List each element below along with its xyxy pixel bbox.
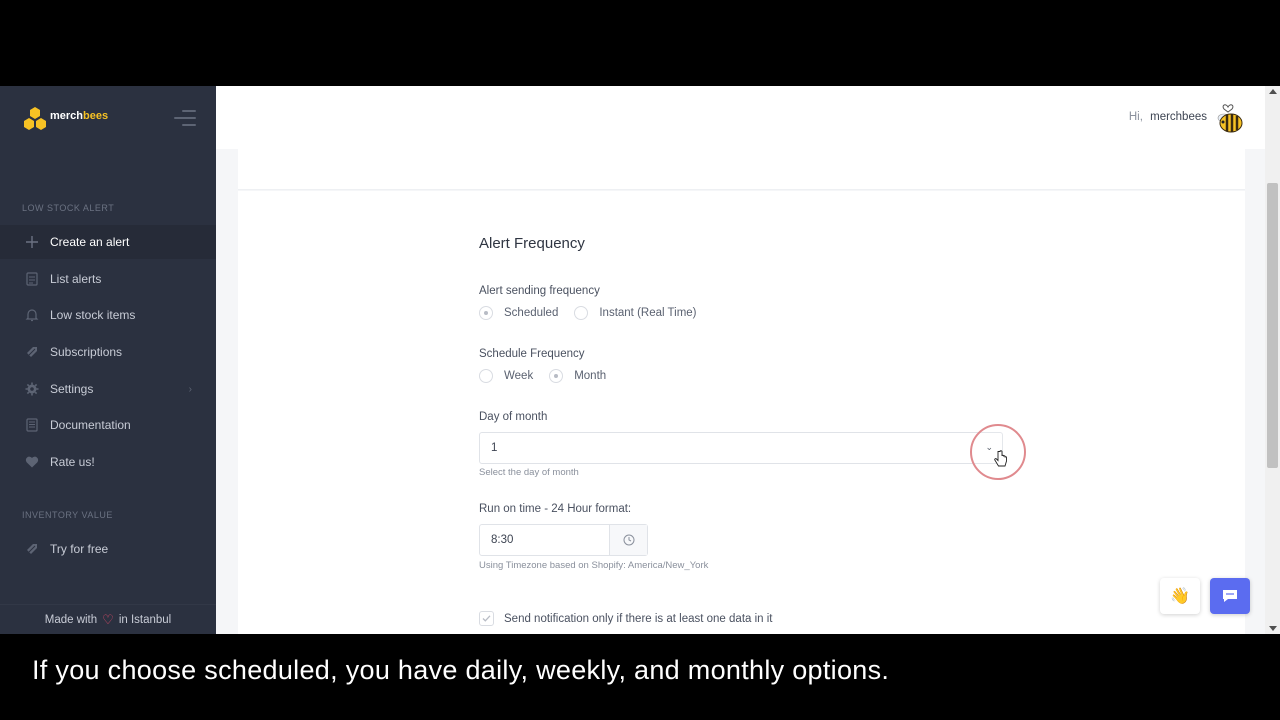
chat-icon (1223, 590, 1237, 602)
radio-instant[interactable] (574, 306, 589, 320)
heart-icon (24, 454, 40, 470)
chevron-down-icon: ⌄ (985, 442, 993, 452)
plus-icon (24, 234, 40, 250)
tag-icon (24, 344, 40, 360)
sidebar-item-settings[interactable]: Settings › (0, 372, 216, 406)
day-of-month-select[interactable]: 1 ⌄ (479, 432, 1003, 464)
sidebar-item-label: Documentation (50, 418, 131, 432)
gear-icon (24, 381, 40, 397)
radio-label-month: Month (574, 370, 607, 382)
day-of-month-value: 1 (491, 442, 498, 454)
chat-button[interactable] (1210, 578, 1250, 614)
brand-name: merchbees (50, 110, 109, 122)
sidebar-item-documentation[interactable]: Documentation (0, 408, 216, 442)
run-time-input[interactable]: 8:30 (479, 524, 648, 556)
sidebar-item-low-stock-items[interactable]: Low stock items (0, 298, 216, 332)
tag-icon (24, 541, 40, 557)
radio-month[interactable] (549, 369, 564, 383)
sidebar-item-try-for-free[interactable]: Try for free (0, 532, 216, 566)
video-caption: If you choose scheduled, you have daily,… (32, 655, 890, 685)
sidebar-footer: Made with ♡ in Istanbul (0, 604, 216, 634)
page-scrollbar[interactable] (1265, 86, 1280, 634)
sidebar-item-label: Subscriptions (50, 345, 123, 359)
app-window: merchbees LOW STOCK ALERT Create an aler… (0, 86, 1280, 634)
menu-toggle-icon[interactable] (174, 110, 196, 126)
checkmark-icon (482, 615, 491, 622)
footer-prefix: Made with (44, 613, 98, 626)
brand-logo[interactable]: merchbees (22, 106, 108, 132)
chevron-right-icon: › (188, 383, 192, 395)
sidebar-item-label: Create an alert (50, 235, 130, 249)
notify-only-data-checkbox[interactable] (479, 611, 494, 626)
honeycomb-icon (24, 107, 46, 130)
day-of-month-hint: Select the day of month (479, 467, 579, 478)
greeting-text: Hi, (1128, 111, 1143, 123)
sidebar-item-list-alerts[interactable]: List alerts (0, 262, 216, 296)
scroll-thumb[interactable] (1267, 183, 1278, 468)
heart-outline-icon: ♡ (102, 611, 114, 627)
bee-avatar-icon[interactable] (1215, 100, 1245, 134)
section-label-inventory: INVENTORY VALUE (22, 510, 113, 520)
run-time-label: Run on time - 24 Hour format: (479, 503, 632, 515)
sidebar-item-create-alert[interactable]: Create an alert (0, 225, 216, 259)
hand-cursor-icon (994, 450, 1007, 467)
sidebar-item-label: Settings (50, 382, 94, 396)
radio-label-week: Week (504, 370, 534, 382)
waving-hand-icon: 👋 (1170, 588, 1190, 605)
timezone-hint: Using Timezone based on Shopify: America… (479, 560, 709, 571)
top-header: Hi, merchbees (216, 86, 1265, 149)
card-header (238, 149, 1245, 190)
waving-hand-button[interactable]: 👋 (1160, 578, 1200, 614)
scroll-down-arrow-icon[interactable] (1269, 626, 1277, 631)
clock-icon[interactable] (609, 525, 647, 555)
radio-scheduled[interactable] (479, 306, 493, 320)
notify-only-data-label: Send notification only if there is at le… (504, 612, 773, 625)
section-title: Alert Frequency (479, 235, 585, 252)
sending-frequency-label: Alert sending frequency (479, 285, 600, 297)
document-icon (24, 417, 40, 433)
sidebar-item-label: Rate us! (50, 455, 95, 469)
radio-week[interactable] (479, 369, 493, 383)
radio-label-instant: Instant (Real Time) (599, 307, 697, 319)
notify-only-data-row: Send notification only if there is at le… (479, 611, 773, 626)
list-icon (24, 271, 40, 287)
sidebar: merchbees LOW STOCK ALERT Create an aler… (0, 86, 216, 634)
scroll-up-arrow-icon[interactable] (1269, 89, 1277, 94)
sending-frequency-radio-group: Scheduled Instant (Real Time) (479, 306, 713, 320)
bell-icon (24, 307, 40, 323)
sidebar-item-subscriptions[interactable]: Subscriptions (0, 335, 216, 369)
sidebar-item-label: List alerts (50, 272, 102, 286)
sidebar-item-label: Try for free (50, 542, 109, 556)
username: merchbees (1150, 111, 1207, 123)
form-card (238, 191, 1245, 634)
section-label-low-stock: LOW STOCK ALERT (22, 203, 115, 213)
footer-suffix: in Istanbul (118, 613, 172, 626)
day-of-month-label: Day of month (479, 411, 548, 423)
sidebar-item-rate-us[interactable]: Rate us! (0, 445, 216, 479)
radio-label-scheduled: Scheduled (504, 307, 559, 319)
run-time-value: 8:30 (491, 534, 514, 546)
schedule-frequency-label: Schedule Frequency (479, 348, 585, 360)
sidebar-item-label: Low stock items (50, 308, 136, 322)
schedule-frequency-radio-group: Week Month (479, 369, 622, 383)
user-greeting[interactable]: Hi, merchbees (1129, 111, 1207, 123)
